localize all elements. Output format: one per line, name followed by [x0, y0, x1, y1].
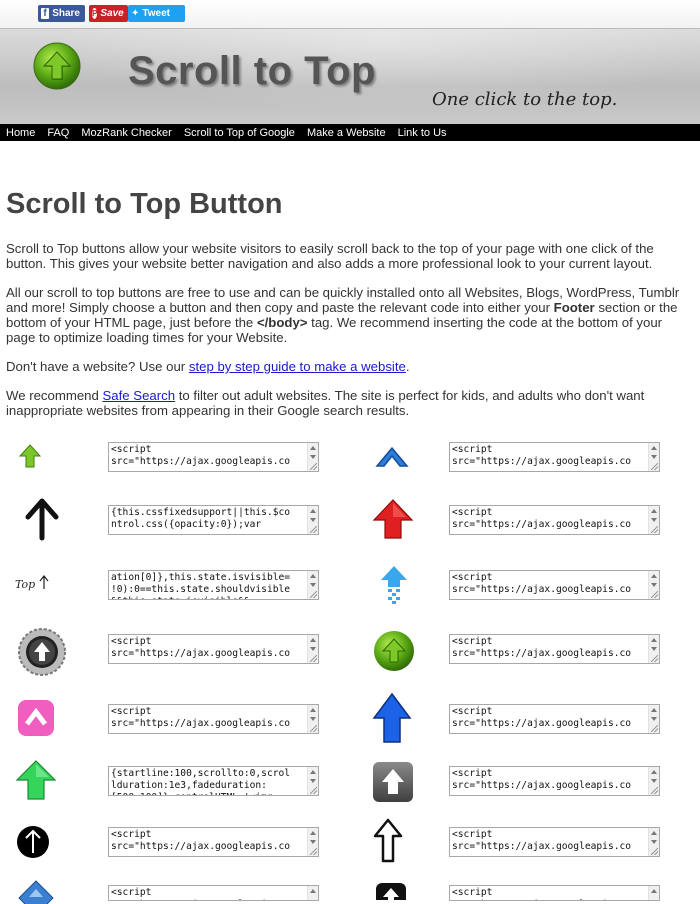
facebook-share-button[interactable]: f Share [38, 5, 85, 22]
code-textarea[interactable]: <script src="https://ajax.googleapis.co [449, 704, 660, 734]
code-textarea[interactable]: <script src="https://ajax.googleapis.co [449, 634, 660, 664]
black-box-arrow-icon [374, 882, 408, 900]
green-up-arrow-logo-icon[interactable] [33, 42, 81, 90]
nav-faq[interactable]: FAQ [47, 127, 69, 139]
small-green-arrow-icon [18, 444, 42, 468]
red-arrow-icon [372, 498, 414, 540]
main-nav: Home FAQ MozRank Checker Scroll to Top o… [0, 124, 700, 141]
blue-dotted-arrow-icon [378, 564, 410, 606]
code-textarea[interactable]: {startline:100,scrollto:0,scrol lduratio… [108, 766, 319, 796]
nav-link-to-us[interactable]: Link to Us [398, 127, 447, 139]
code-textarea[interactable]: <script src="https://ajax.googleapis.co [449, 570, 660, 600]
blue-arrow-icon [371, 692, 413, 744]
facebook-share-label: Share [52, 8, 80, 19]
pink-chevron-icon [16, 698, 56, 738]
code-textarea[interactable]: {this.cssfixedsupport||this.$co ntrol.cs… [108, 505, 319, 535]
facebook-icon: f [41, 8, 50, 19]
code-textarea[interactable]: <script src="https://ajax.googleapis.co [449, 766, 660, 796]
green-circle-arrow-icon [373, 630, 415, 672]
black-circle-arrow-icon [15, 824, 51, 860]
code-textarea[interactable]: <script src="https://ajax.googleapis.co [449, 885, 660, 901]
main-content: Scroll to Top Button Scroll to Top butto… [0, 187, 700, 418]
page-title: Scroll to Top Button [6, 188, 283, 220]
twitter-bird-icon: ✦ [131, 7, 140, 19]
outline-arrow-icon [372, 818, 404, 864]
site-tagline: One click to the top. [432, 89, 618, 110]
top-text: Top [15, 578, 35, 591]
black-brush-arrow-icon [22, 496, 62, 542]
code-textarea[interactable]: <script src="https://ajax.googleapis.co [108, 442, 319, 472]
nav-mozrank-checker[interactable]: MozRank Checker [81, 127, 171, 139]
nav-scroll-to-top-of-google[interactable]: Scroll to Top of Google [184, 127, 295, 139]
pinterest-save-label: Save [100, 8, 124, 19]
code-textarea[interactable]: <script src="https://ajax.googleapis.co [108, 885, 319, 901]
twitter-tweet-label: Tweet [142, 8, 170, 19]
code-textarea[interactable]: <script src="https://ajax.googleapis.co [449, 827, 660, 857]
code-textarea[interactable]: <script src="https://ajax.googleapis.co [449, 505, 660, 535]
blue-chevron-icon [374, 442, 410, 472]
share-bar: f Share P Save ✦ Tweet [0, 0, 700, 28]
code-textarea[interactable]: <script src="https://ajax.googleapis.co [108, 634, 319, 664]
code-textarea[interactable]: ation[0]},this.state.isvisible= !0):0==t… [108, 570, 319, 600]
make-website-guide-link[interactable]: step by step guide to make a website [189, 359, 406, 374]
gray-square-arrow-icon [371, 760, 415, 804]
install-paragraph: All our scroll to top buttons are free t… [6, 285, 680, 345]
nav-make-a-website[interactable]: Make a Website [307, 127, 386, 139]
grunge-circle-arrow-icon [16, 626, 68, 678]
twitter-tweet-button[interactable]: ✦ Tweet [128, 5, 185, 22]
code-textarea[interactable]: <script src="https://ajax.googleapis.co [449, 442, 660, 472]
safe-search-paragraph: We recommend Safe Search to filter out a… [6, 388, 645, 418]
site-header: Scroll to Top One click to the top. [0, 28, 700, 124]
website-guide-paragraph: Don't have a website? Use our step by st… [6, 359, 410, 374]
site-title: Scroll to Top [128, 49, 376, 93]
pinterest-save-button[interactable]: P Save [89, 5, 128, 22]
code-textarea[interactable]: <script src="https://ajax.googleapis.co [108, 704, 319, 734]
intro-paragraph: Scroll to Top buttons allow your website… [6, 241, 654, 271]
top-text-arrow-icon: Top [14, 570, 54, 596]
body-tag-keyword: </body> [256, 315, 308, 330]
code-textarea[interactable]: <script src="https://ajax.googleapis.co [108, 827, 319, 857]
blue-diamond-icon [18, 880, 54, 904]
pinterest-icon: P [92, 8, 98, 19]
nav-home[interactable]: Home [6, 127, 35, 139]
footer-keyword: Footer [553, 300, 595, 315]
safe-search-link[interactable]: Safe Search [103, 388, 176, 403]
green-arrow-icon [14, 758, 58, 802]
